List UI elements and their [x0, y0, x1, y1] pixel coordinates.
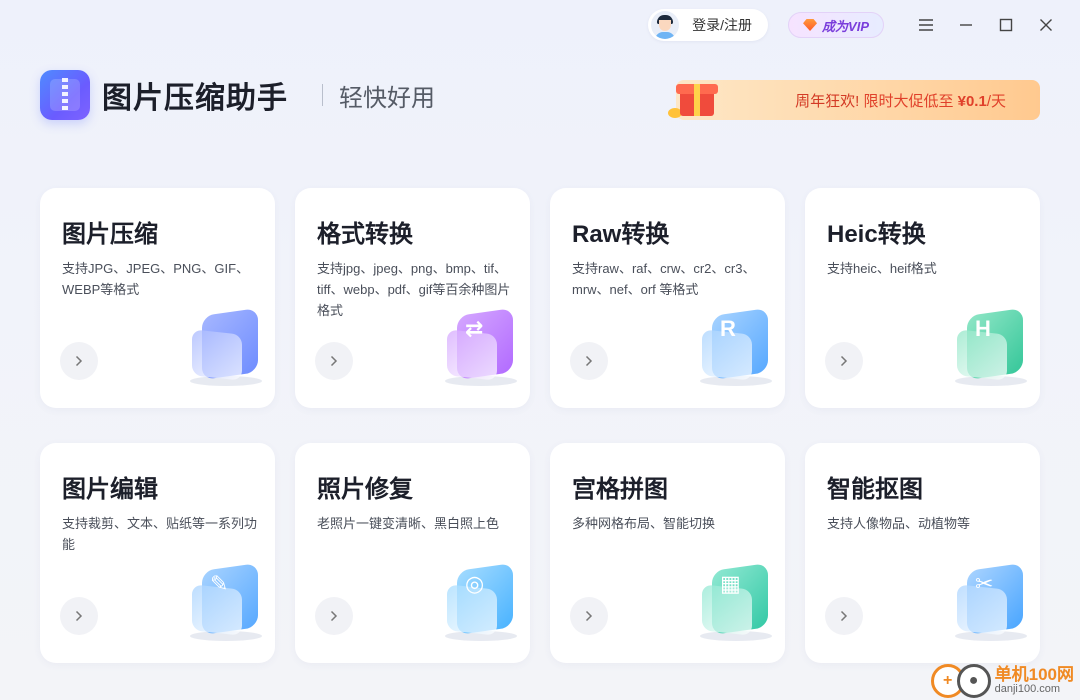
- maximize-icon: [999, 18, 1013, 32]
- card-title: 图片压缩: [62, 221, 158, 248]
- card-illustration-mark: ✎: [210, 571, 229, 596]
- minimize-icon: [960, 24, 972, 26]
- feature-card[interactable]: 智能抠图支持人像物品、动植物等 ✂: [805, 443, 1040, 663]
- app-header: 图片压缩助手 轻快好用: [40, 70, 435, 120]
- menu-button[interactable]: [906, 9, 946, 41]
- card-open-button[interactable]: [825, 342, 863, 380]
- app-slogan: 轻快好用: [339, 84, 435, 112]
- card-title: 照片修复: [317, 476, 413, 503]
- card-description: 多种网格布局、智能切换: [572, 516, 716, 531]
- card-description: 支持人像物品、动植物等: [827, 516, 971, 531]
- feature-card[interactable]: 照片修复老照片一键变清晰、黑白照上色 ◎: [295, 443, 530, 663]
- smart-cutout-icon: ✂: [953, 561, 1029, 641]
- card-illustration-mark: ◎: [465, 571, 485, 596]
- vip-label: 成为VIP: [822, 18, 869, 34]
- promo-middle: 限时大促低至: [863, 92, 954, 110]
- format-convert-icon: ⇄: [443, 306, 519, 386]
- chevron-right-icon: [840, 610, 848, 622]
- close-button[interactable]: [1026, 9, 1066, 41]
- maximize-button[interactable]: [986, 9, 1026, 41]
- card-illustration-mark: ✂: [975, 571, 994, 596]
- heic-convert-icon: H: [953, 306, 1029, 386]
- app-title: 图片压缩助手: [102, 82, 288, 115]
- gift-icon: [668, 74, 728, 124]
- card-open-button[interactable]: [315, 597, 353, 635]
- feature-card[interactable]: 宫格拼图多种网格布局、智能切换 ▦: [550, 443, 785, 663]
- card-open-button[interactable]: [60, 597, 98, 635]
- card-open-button[interactable]: [570, 342, 608, 380]
- card-title: Heic转换: [827, 221, 926, 248]
- diamond-icon: [803, 19, 818, 31]
- chevron-right-icon: [330, 355, 338, 367]
- promo-suffix: /天: [986, 92, 1006, 110]
- chevron-right-icon: [840, 355, 848, 367]
- promo-text: 周年狂欢! 限时大促低至 ¥0.1/天: [795, 90, 1006, 111]
- card-description: 老照片一键变清晰、黑白照上色: [317, 516, 500, 531]
- app-logo-icon: [40, 70, 90, 120]
- card-title: 宫格拼图: [572, 476, 668, 503]
- login-label: 登录/注册: [692, 17, 753, 33]
- watermark-name: 单机100网: [994, 665, 1074, 685]
- vip-button[interactable]: 成为VIP: [788, 12, 884, 38]
- dot-icon: ●: [956, 664, 991, 698]
- chevron-right-icon: [585, 610, 593, 622]
- close-icon: [1040, 19, 1052, 31]
- image-edit-icon: ✎: [188, 561, 264, 641]
- card-open-button[interactable]: [315, 342, 353, 380]
- card-description: 支持raw、raf、crw、cr2、cr3、mrw、nef、orf 等格式: [572, 261, 756, 297]
- chevron-right-icon: [75, 355, 83, 367]
- watermark-url: danji100.com: [994, 683, 1061, 696]
- promo-banner[interactable]: 周年狂欢! 限时大促低至 ¥0.1/天: [668, 80, 1040, 120]
- card-open-button[interactable]: [60, 342, 98, 380]
- feature-card[interactable]: Heic转换支持heic、heif格式 H: [805, 188, 1040, 408]
- card-title: 智能抠图: [827, 476, 923, 503]
- promo-price: ¥0.1: [957, 92, 987, 110]
- card-open-button[interactable]: [825, 597, 863, 635]
- card-title: 格式转换: [317, 221, 413, 248]
- card-description: 支持裁剪、文本、贴纸等一系列功能: [62, 516, 258, 552]
- photo-repair-icon: ◎: [443, 561, 519, 641]
- card-illustration-mark: H: [975, 316, 991, 341]
- raw-convert-icon: R: [698, 306, 774, 386]
- card-title: Raw转换: [572, 221, 670, 248]
- title-bar: 登录/注册 成为VIP: [648, 8, 1066, 42]
- card-illustration-mark: ▦: [720, 571, 741, 596]
- grid-collage-icon: ▦: [698, 561, 774, 641]
- minimize-button[interactable]: [946, 9, 986, 41]
- zip-file-icon: [188, 306, 264, 386]
- chevron-right-icon: [330, 610, 338, 622]
- feature-card[interactable]: Raw转换支持raw、raf、crw、cr2、cr3、mrw、nef、orf 等…: [550, 188, 785, 408]
- card-title: 图片编辑: [62, 476, 158, 503]
- card-description: 支持JPG、JPEG、PNG、GIF、WEBP等格式: [62, 261, 250, 297]
- header-divider: [322, 84, 323, 106]
- card-open-button[interactable]: [570, 597, 608, 635]
- site-watermark: + ● 单机100网 danji100.com: [930, 664, 1074, 698]
- chevron-right-icon: [75, 610, 83, 622]
- feature-card[interactable]: 图片编辑支持裁剪、文本、贴纸等一系列功能 ✎: [40, 443, 275, 663]
- avatar: [651, 11, 680, 39]
- login-button[interactable]: 登录/注册: [648, 9, 769, 41]
- feature-card[interactable]: 图片压缩支持JPG、JPEG、PNG、GIF、WEBP等格式: [40, 188, 275, 408]
- card-illustration-mark: ⇄: [465, 316, 484, 341]
- card-description: 支持heic、heif格式: [827, 261, 937, 276]
- card-illustration-mark: R: [720, 316, 736, 341]
- menu-icon: [919, 19, 933, 31]
- chevron-right-icon: [585, 355, 593, 367]
- feature-card[interactable]: 格式转换 支持jpg、jpeg、png、bmp、tif、tiff、webp、pdf…: [295, 188, 530, 408]
- promo-prefix: 周年狂欢!: [795, 92, 860, 110]
